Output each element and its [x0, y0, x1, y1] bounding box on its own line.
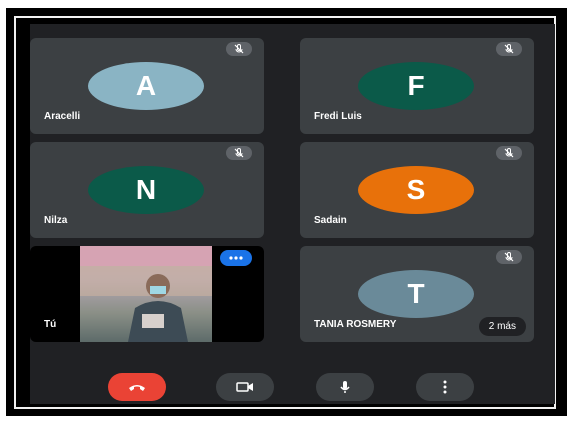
avatar: N: [88, 166, 204, 214]
participant-tile-fredi-luis[interactable]: F Fredi Luis: [300, 38, 534, 134]
more-participants-chip[interactable]: 2 más: [478, 317, 526, 336]
mic-muted-icon: [496, 250, 522, 264]
mic-muted-icon: [496, 42, 522, 56]
end-call-button[interactable]: [108, 373, 166, 401]
self-video-tile[interactable]: Tú: [30, 246, 264, 342]
video-camera-icon: [236, 382, 253, 392]
mic-muted-icon: [226, 146, 252, 160]
avatar: F: [358, 62, 474, 110]
participant-tile-tania-rosmery[interactable]: T TANIA ROSMERY 2 más: [300, 246, 534, 342]
participant-name: Aracelli: [44, 111, 81, 122]
self-video-feed: [80, 246, 212, 342]
camera-toggle-button[interactable]: [216, 373, 274, 401]
participant-tile-aracelli[interactable]: A Aracelli: [30, 38, 264, 134]
more-vertical-icon: [443, 380, 447, 394]
phone-hangup-icon: [129, 385, 145, 391]
avatar: S: [358, 166, 474, 214]
mic-muted-icon: [226, 42, 252, 56]
participant-name: Tú: [44, 319, 57, 330]
participant-tile-sadain[interactable]: S Sadain: [300, 142, 534, 238]
more-options-icon[interactable]: [220, 250, 252, 266]
microphone-toggle-button[interactable]: [316, 373, 374, 401]
meeting-window: A Aracelli F Fredi Luis N Nilza S Sadain: [30, 24, 555, 404]
mic-muted-icon: [496, 146, 522, 160]
avatar: A: [88, 62, 204, 110]
participant-tile-nilza[interactable]: N Nilza: [30, 142, 264, 238]
participant-name: TANIA ROSMERY: [314, 319, 397, 330]
participant-name: Nilza: [44, 215, 68, 226]
microphone-icon: [340, 381, 350, 393]
participant-name: Sadain: [314, 215, 347, 226]
participant-name: Fredi Luis: [314, 111, 362, 122]
avatar: T: [358, 270, 474, 318]
more-options-button[interactable]: [416, 373, 474, 401]
